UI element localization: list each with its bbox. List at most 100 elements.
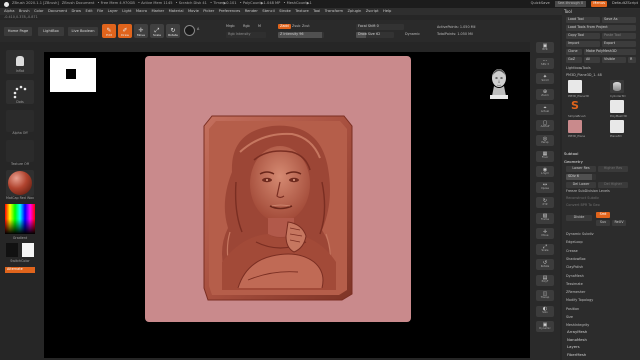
- geometry-subpalette-item[interactable]: ZRemesher: [566, 290, 585, 294]
- menu-item[interactable]: Stencil: [262, 9, 274, 14]
- tool-subpalette-item[interactable]: Layers: [567, 345, 580, 349]
- tool-subpalette-item[interactable]: ArrayMesh: [567, 330, 587, 334]
- scale-button[interactable]: ⤢ Scale: [150, 24, 164, 38]
- view-button-polyf[interactable]: ▤ PolyF: [536, 274, 554, 286]
- view-button-xyz[interactable]: ↻ XYZ: [536, 197, 554, 208]
- dynamic-toggle[interactable]: Dynamic: [405, 32, 420, 36]
- main-color-swatch[interactable]: [22, 243, 34, 257]
- view-button-bpr[interactable]: ▣ BPR: [536, 42, 554, 53]
- view-button-persp[interactable]: ◎ Persp: [536, 135, 554, 146]
- load-tool-button[interactable]: Load Tool: [566, 17, 600, 23]
- zsub-toggle[interactable]: Zsub: [292, 24, 300, 28]
- menu-item[interactable]: Document: [48, 9, 67, 14]
- menu-item[interactable]: Marker: [151, 9, 164, 14]
- menu-item[interactable]: Picker: [203, 9, 214, 14]
- view-button-floor[interactable]: ▦ Floor: [536, 150, 554, 162]
- menu-item[interactable]: Light: [122, 9, 131, 14]
- lower-res-button[interactable]: Lower Res: [566, 166, 596, 172]
- menu-item[interactable]: Movie: [188, 9, 199, 14]
- import-button[interactable]: Import: [566, 41, 600, 47]
- reuv-toggle[interactable]: ReUV: [612, 220, 626, 226]
- goz-button[interactable]: GoZ: [566, 57, 582, 63]
- geometry-subpalette-item[interactable]: Dynamic Subdiv: [566, 232, 594, 236]
- geometry-section[interactable]: Geometry: [564, 160, 583, 164]
- geometry-subpalette-item[interactable]: Modify Topology: [566, 298, 593, 302]
- material-sphere-icon[interactable]: [184, 25, 195, 36]
- sdiv-slider[interactable]: SDiv 6: [566, 174, 596, 180]
- rgb-toggle[interactable]: Rgb: [243, 24, 250, 28]
- goz-r-button[interactable]: R: [628, 57, 636, 63]
- rotate-button[interactable]: ↻ Rotate: [166, 24, 180, 38]
- tool-thumb-polymesh[interactable]: [610, 100, 624, 113]
- smt-toggle[interactable]: Smt: [596, 212, 610, 218]
- move-button[interactable]: ✛ Move: [134, 24, 148, 38]
- view-button-zoom[interactable]: ⊕ Zoom: [536, 88, 554, 100]
- m-toggle[interactable]: M: [258, 24, 261, 28]
- mrgb-toggle[interactable]: Mrgb: [226, 24, 235, 28]
- geometry-subpalette-item[interactable]: ShadowBox: [566, 257, 586, 261]
- geometry-subpalette-item[interactable]: ClayPolish: [566, 265, 583, 269]
- geometry-subpalette-item[interactable]: Crease: [566, 249, 578, 253]
- alternate-button[interactable]: Alternate: [5, 267, 35, 273]
- lightbox-tools-button[interactable]: Lightbox▸Tools: [566, 66, 591, 70]
- menus-button[interactable]: Menus: [591, 1, 607, 7]
- menu-item[interactable]: Color: [34, 9, 44, 14]
- material-slot[interactable]: [6, 170, 34, 196]
- edit-button[interactable]: ✎ Edit: [102, 24, 116, 38]
- menu-item[interactable]: Transform: [325, 9, 343, 14]
- switch-color-button[interactable]: SwitchColor: [0, 259, 40, 263]
- home-page-button[interactable]: Home Page: [4, 27, 32, 36]
- export-button[interactable]: Export: [602, 41, 636, 47]
- tool-thumb-plane[interactable]: [568, 80, 582, 93]
- reconstruct-subdiv-button[interactable]: Reconstruct Subdiv: [566, 196, 599, 200]
- draw-size-slider[interactable]: Draw Size 62: [356, 32, 394, 38]
- tool-thumb-plane3d[interactable]: [610, 120, 624, 133]
- view-button-aahalf[interactable]: ▢ AAHalf: [536, 119, 554, 131]
- geometry-subpalette-item[interactable]: DynaMesh: [566, 274, 584, 278]
- make-polymesh3d-button[interactable]: Make PolyMesh3D: [584, 49, 636, 55]
- view-button-l-sym[interactable]: ◉ L.Sym: [536, 166, 554, 177]
- view-button-spix-3[interactable]: ⋯ SPix 3: [536, 57, 554, 69]
- view-button-xpose[interactable]: ↔ Xpose: [536, 181, 554, 193]
- tool-thumb-simplebrush[interactable]: S: [568, 100, 582, 113]
- geometry-subpalette-item[interactable]: EdgeLoop: [566, 240, 583, 244]
- higher-res-button[interactable]: Higher Res: [598, 166, 628, 172]
- load-tools-from-project-button[interactable]: Load Tools From Project: [566, 25, 636, 31]
- suv-toggle[interactable]: Suv: [596, 220, 610, 226]
- view-button-dynamic[interactable]: ▣ Dynamic: [536, 321, 554, 332]
- divide-button[interactable]: Divide: [566, 215, 592, 221]
- quicksave-button[interactable]: QuickSave: [531, 2, 550, 6]
- menu-item[interactable]: Zscript: [366, 9, 379, 14]
- geometry-subpalette-item[interactable]: Tessimate: [566, 282, 583, 286]
- menu-item[interactable]: Stroke: [279, 9, 291, 14]
- view-button-actual[interactable]: ⌖ Actual: [536, 104, 554, 115]
- menu-item[interactable]: File: [97, 9, 103, 14]
- tool-subpalette-item[interactable]: NanoMesh: [567, 337, 587, 342]
- goz-visible-button[interactable]: Visible: [602, 57, 626, 63]
- view-button-scroll[interactable]: ✦ Scroll: [536, 73, 554, 84]
- menu-item[interactable]: Draw: [71, 9, 81, 14]
- menu-item[interactable]: Tool: [313, 9, 320, 14]
- geometry-subpalette-item[interactable]: Size: [566, 315, 573, 319]
- convert-bpr-button[interactable]: Convert BPR To Geo: [566, 203, 600, 207]
- copy-tool-button[interactable]: Copy Tool: [566, 33, 600, 39]
- seethrough-slider[interactable]: See-through 0: [554, 1, 587, 7]
- menu-item[interactable]: Preferences: [219, 9, 241, 14]
- save-as-button[interactable]: Save As: [602, 17, 636, 23]
- tool-thumb-pm3d-plane[interactable]: [568, 120, 582, 133]
- lightbox-button[interactable]: LightBox: [38, 27, 64, 36]
- geometry-subpalette-item[interactable]: MeshIntegrity: [566, 323, 589, 327]
- subtool-section[interactable]: Subtool: [564, 152, 578, 156]
- alpha-slot[interactable]: [6, 110, 34, 132]
- live-boolean-button[interactable]: Live Boolean: [68, 27, 98, 36]
- menu-item[interactable]: Edit: [86, 9, 93, 14]
- document-canvas[interactable]: [44, 52, 530, 358]
- menu-item[interactable]: Macro: [136, 9, 147, 14]
- view-button-move[interactable]: ✛ Move: [536, 228, 554, 239]
- menu-item[interactable]: Layer: [108, 9, 118, 14]
- tool-subpalette-item[interactable]: FiberMesh: [567, 352, 586, 357]
- goz-all-button[interactable]: All: [584, 57, 600, 63]
- menu-item[interactable]: Zplugin: [347, 9, 361, 14]
- menu-item[interactable]: Texture: [295, 9, 309, 14]
- freeze-subdivision-button[interactable]: Freeze SubDivision Levels: [566, 189, 610, 193]
